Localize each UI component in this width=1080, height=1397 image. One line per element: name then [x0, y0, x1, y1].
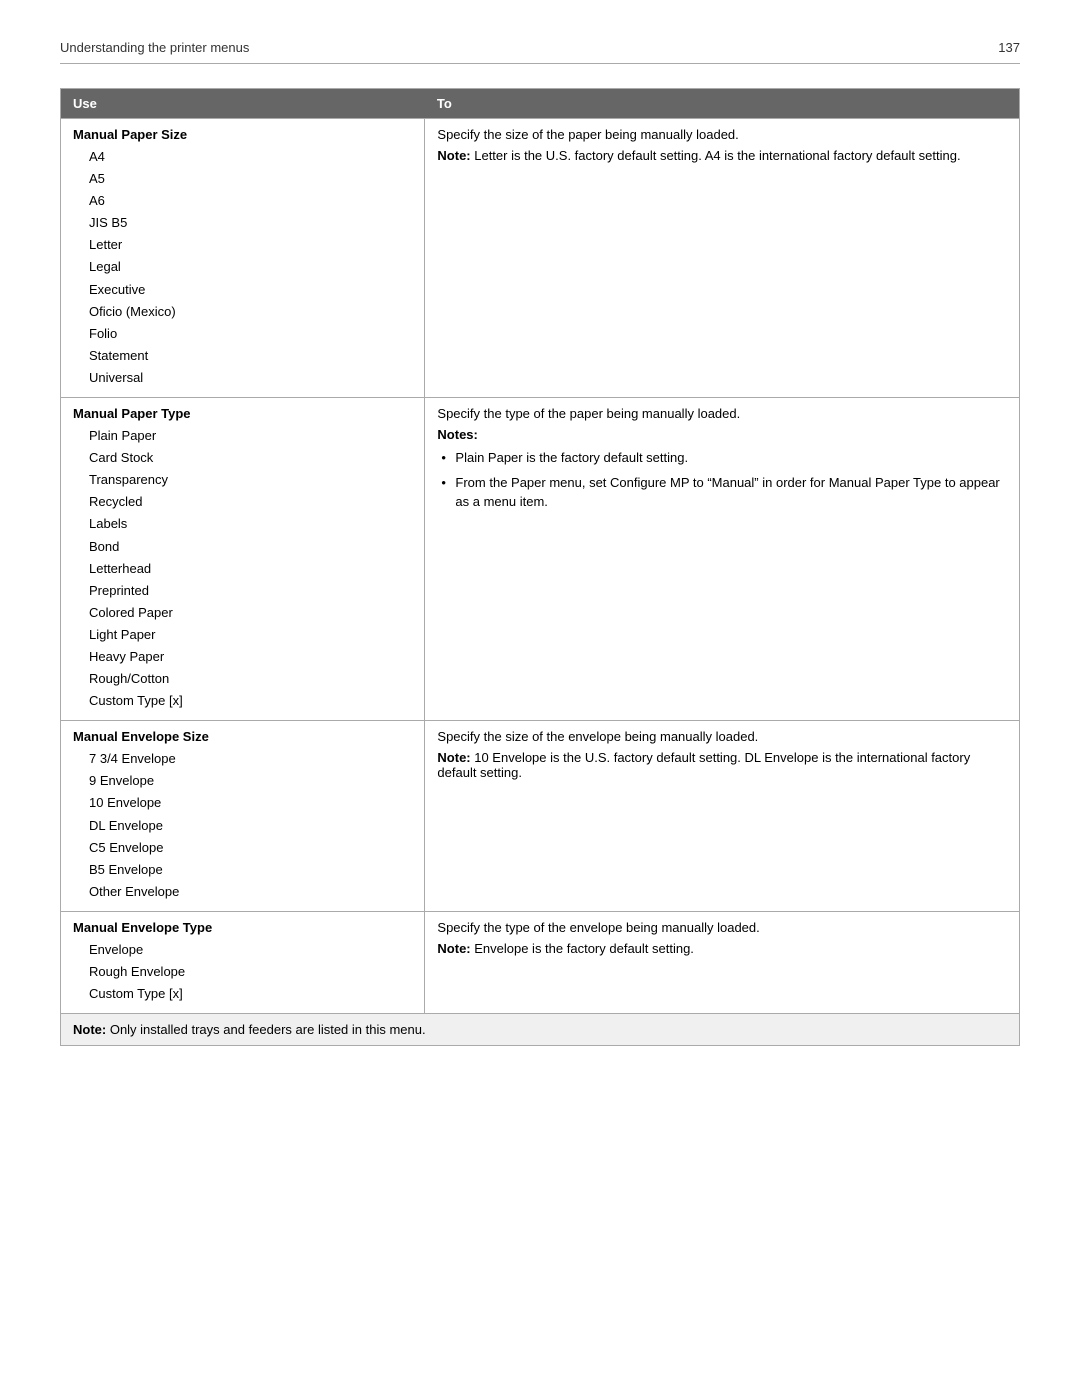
list-item: Plain Paper is the factory default setti… [437, 448, 1007, 468]
row-title-manual-paper-size: Manual Paper Size [73, 127, 412, 142]
page-header: Understanding the printer menus 137 [60, 40, 1020, 64]
list-item: Light Paper [73, 624, 412, 646]
list-item: Custom Type [x] [73, 983, 412, 1005]
list-item: 9 Envelope [73, 770, 412, 792]
row-title-manual-envelope-type: Manual Envelope Type [73, 920, 412, 935]
to-cell-manual-envelope-type: Specify the type of the envelope being m… [425, 911, 1020, 1013]
table-row: Manual Envelope Size 7 3/4 Envelope9 Enve… [61, 721, 1020, 912]
to-note: Note: Letter is the U.S. factory default… [437, 148, 1007, 163]
list-item: Envelope [73, 939, 412, 961]
use-cell-manual-envelope-size: Manual Envelope Size 7 3/4 Envelope9 Enve… [61, 721, 425, 912]
list-item: Letter [73, 234, 412, 256]
main-table: Use To Manual Paper SizeA4A5A6JIS B5Lett… [60, 88, 1020, 1046]
use-cell-manual-paper-type: Manual Paper Type Plain PaperCard StockTr… [61, 398, 425, 721]
list-item: B5 Envelope [73, 859, 412, 881]
list-item: Folio [73, 323, 412, 345]
list-item: Other Envelope [73, 881, 412, 903]
list-item: Transparency [73, 469, 412, 491]
list-item: Oficio (Mexico) [73, 301, 412, 323]
page-header-title: Understanding the printer menus [60, 40, 249, 55]
page: Understanding the printer menus 137 Use … [0, 0, 1080, 1286]
list-item: Preprinted [73, 580, 412, 602]
page-bottom [60, 1046, 1020, 1246]
footer-row: Note: Only installed trays and feeders a… [61, 1014, 1020, 1046]
to-text: Specify the size of the envelope being m… [437, 729, 1007, 744]
to-text: Specify the type of the envelope being m… [437, 920, 1007, 935]
list-item: Rough/Cotton [73, 668, 412, 690]
row-title-manual-envelope-size: Manual Envelope Size [73, 729, 412, 744]
list-item: Labels [73, 513, 412, 535]
bullet-list: Plain Paper is the factory default setti… [437, 448, 1007, 512]
list-item: Legal [73, 256, 412, 278]
col-to: To [425, 89, 1020, 119]
page-number: 137 [998, 40, 1020, 55]
to-text: Specify the type of the paper being manu… [437, 406, 1007, 421]
table-row: Manual Envelope Type EnvelopeRough Envelo… [61, 911, 1020, 1013]
table-row: Manual Paper Size A4A5A6JIS B5LetterLegal… [61, 119, 1020, 398]
list-item: JIS B5 [73, 212, 412, 234]
list-item: A4 [73, 146, 412, 168]
list-item: A6 [73, 190, 412, 212]
to-note: Note: Envelope is the factory default se… [437, 941, 1007, 956]
row-title-manual-paper-type: Manual Paper Type [73, 406, 412, 421]
list-item: Universal [73, 367, 412, 389]
list-item: 10 Envelope [73, 792, 412, 814]
footer-note: Note: Only installed trays and feeders a… [61, 1014, 1020, 1046]
list-item: Rough Envelope [73, 961, 412, 983]
list-item: Card Stock [73, 447, 412, 469]
list-item: Heavy Paper [73, 646, 412, 668]
to-text: Specify the size of the paper being manu… [437, 127, 1007, 142]
list-item: Statement [73, 345, 412, 367]
use-cell-manual-envelope-type: Manual Envelope Type EnvelopeRough Envelo… [61, 911, 425, 1013]
list-item: A5 [73, 168, 412, 190]
list-item: C5 Envelope [73, 837, 412, 859]
to-cell-manual-paper-size: Specify the size of the paper being manu… [425, 119, 1020, 398]
to-note: Note: 10 Envelope is the U.S. factory de… [437, 750, 1007, 780]
notes-label: Notes: [437, 427, 1007, 442]
list-item: Bond [73, 536, 412, 558]
list-item: DL Envelope [73, 815, 412, 837]
list-item: Letterhead [73, 558, 412, 580]
to-cell-manual-envelope-size: Specify the size of the envelope being m… [425, 721, 1020, 912]
list-item: Custom Type [x] [73, 690, 412, 712]
list-item: Executive [73, 279, 412, 301]
use-cell-manual-paper-size: Manual Paper Size A4A5A6JIS B5LetterLegal… [61, 119, 425, 398]
table-row: Manual Paper Type Plain PaperCard StockTr… [61, 398, 1020, 721]
list-item: Plain Paper [73, 425, 412, 447]
list-item: 7 3/4 Envelope [73, 748, 412, 770]
list-item: Recycled [73, 491, 412, 513]
col-use: Use [61, 89, 425, 119]
list-item: Colored Paper [73, 602, 412, 624]
to-cell-manual-paper-type: Specify the type of the paper being manu… [425, 398, 1020, 721]
list-item: From the Paper menu, set Configure MP to… [437, 473, 1007, 512]
